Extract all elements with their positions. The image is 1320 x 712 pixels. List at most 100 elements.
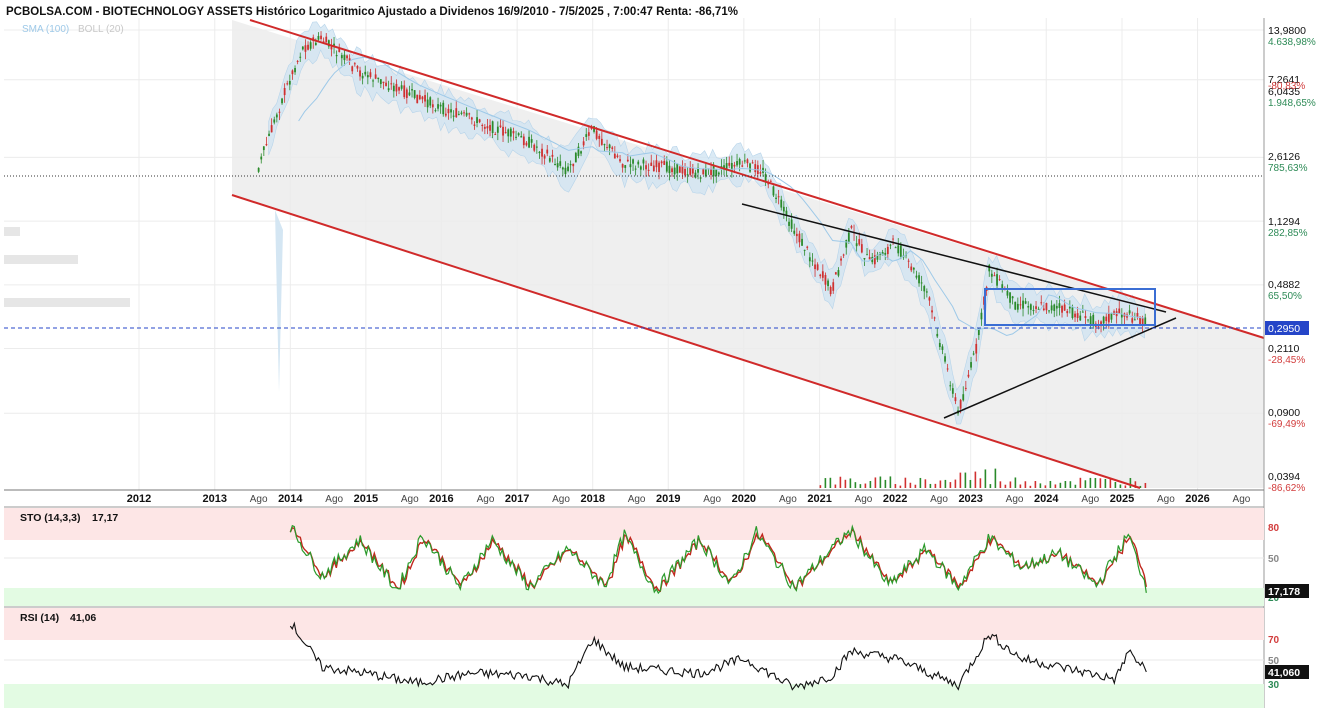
candle-body bbox=[1032, 310, 1035, 312]
candle-body bbox=[759, 172, 762, 174]
candle-body bbox=[988, 264, 991, 272]
price-level-label: 0,0900 bbox=[1268, 407, 1300, 419]
candle-body bbox=[1027, 306, 1030, 308]
volume-bar bbox=[1019, 484, 1022, 488]
candle-body bbox=[650, 162, 653, 166]
candle-body bbox=[790, 219, 793, 229]
candle-body bbox=[684, 168, 686, 176]
candle-body bbox=[450, 109, 452, 113]
volume-bar bbox=[939, 480, 942, 488]
price-level-label: 13,9800 bbox=[1268, 25, 1306, 37]
candle-body bbox=[803, 249, 806, 251]
x-tick-label: Ago bbox=[325, 494, 343, 505]
x-tick-label: 2026 bbox=[1185, 493, 1209, 505]
candle-body bbox=[356, 65, 359, 69]
candle-body bbox=[868, 257, 871, 260]
candle-body bbox=[528, 136, 530, 148]
candle-body bbox=[777, 196, 780, 198]
candle-body bbox=[996, 274, 998, 286]
volume-bar bbox=[1004, 484, 1007, 488]
candle-body bbox=[366, 75, 369, 78]
candle-body bbox=[1110, 313, 1113, 320]
candle-body bbox=[967, 374, 970, 377]
candle-body bbox=[494, 134, 497, 136]
x-tick-label: Ago bbox=[250, 494, 268, 505]
candle-body bbox=[751, 162, 754, 164]
candle-body bbox=[933, 317, 936, 319]
candle-body bbox=[821, 271, 824, 278]
candle-body bbox=[738, 158, 741, 165]
x-tick-label: Ago bbox=[1081, 494, 1099, 505]
candle-body bbox=[473, 124, 476, 126]
candle-body bbox=[395, 83, 398, 92]
candle-body bbox=[1131, 318, 1134, 323]
volume-bar bbox=[889, 476, 892, 488]
candle-body bbox=[429, 97, 432, 106]
candle-body bbox=[278, 111, 281, 113]
volume-bar bbox=[874, 477, 877, 488]
candle-body bbox=[400, 85, 403, 89]
volume-bar bbox=[824, 478, 827, 488]
candle-body bbox=[1058, 303, 1061, 308]
candle-body bbox=[1006, 290, 1009, 296]
x-tick-label: Ago bbox=[628, 494, 646, 505]
candle-body bbox=[894, 247, 897, 249]
candle-body bbox=[915, 275, 918, 278]
volume-bar bbox=[914, 484, 917, 488]
volume-bar bbox=[1074, 484, 1077, 488]
candle-body bbox=[746, 159, 749, 164]
candle-body bbox=[712, 166, 715, 177]
candle-body bbox=[715, 169, 718, 176]
candle-body bbox=[291, 70, 294, 75]
candle-body bbox=[587, 132, 590, 136]
rsi-level-70-label: 70 bbox=[1268, 635, 1280, 646]
candle-body bbox=[990, 273, 993, 277]
candle-body bbox=[437, 104, 439, 109]
candle-body bbox=[1071, 307, 1074, 318]
candle-body bbox=[606, 147, 608, 149]
candle-body bbox=[413, 90, 416, 98]
candle-body bbox=[660, 161, 663, 164]
candle-body bbox=[598, 135, 601, 139]
x-tick-label: 2019 bbox=[656, 493, 680, 505]
volume-bar bbox=[929, 483, 932, 488]
volume-bar bbox=[879, 476, 882, 488]
candle-body bbox=[632, 159, 634, 164]
candle-body bbox=[949, 385, 952, 387]
candle-body bbox=[850, 226, 853, 228]
volume-bar bbox=[844, 479, 847, 488]
candle-body bbox=[788, 221, 790, 226]
volume-bar bbox=[1014, 477, 1017, 488]
candle-body bbox=[390, 83, 393, 85]
candle-body bbox=[860, 244, 863, 253]
candle-body bbox=[998, 279, 1001, 281]
price-chart[interactable]: PCBOLSA.COM - BIOTECHNOLOGY ASSETS Histó… bbox=[0, 0, 1320, 712]
candle-body bbox=[257, 167, 260, 172]
volume-bar bbox=[964, 472, 967, 488]
candle-body bbox=[353, 63, 356, 65]
volume-bar bbox=[1104, 478, 1107, 488]
x-tick-label: 2023 bbox=[958, 493, 982, 505]
percent-change-label: 282,85% bbox=[1268, 228, 1308, 239]
candle-body bbox=[1001, 284, 1004, 289]
candle-body bbox=[281, 98, 283, 104]
candle-body bbox=[270, 125, 273, 133]
candle-body bbox=[343, 54, 346, 61]
candle-body bbox=[465, 112, 468, 116]
candle-body bbox=[559, 161, 562, 166]
candle-body bbox=[275, 114, 278, 118]
candle-body bbox=[710, 168, 712, 176]
candle-body bbox=[972, 353, 975, 355]
candle-body bbox=[1079, 315, 1082, 321]
candle-body bbox=[855, 243, 858, 247]
volume-bar bbox=[819, 485, 822, 488]
candle-body bbox=[886, 246, 889, 255]
candle-body bbox=[863, 257, 866, 260]
candle-body bbox=[691, 168, 694, 174]
rsi-level-30-label: 30 bbox=[1268, 680, 1280, 691]
candle-body bbox=[1040, 302, 1043, 304]
candle-body bbox=[1144, 317, 1147, 325]
candle-body bbox=[970, 362, 972, 368]
volume-bar bbox=[954, 479, 957, 488]
volume-bar bbox=[994, 468, 997, 488]
